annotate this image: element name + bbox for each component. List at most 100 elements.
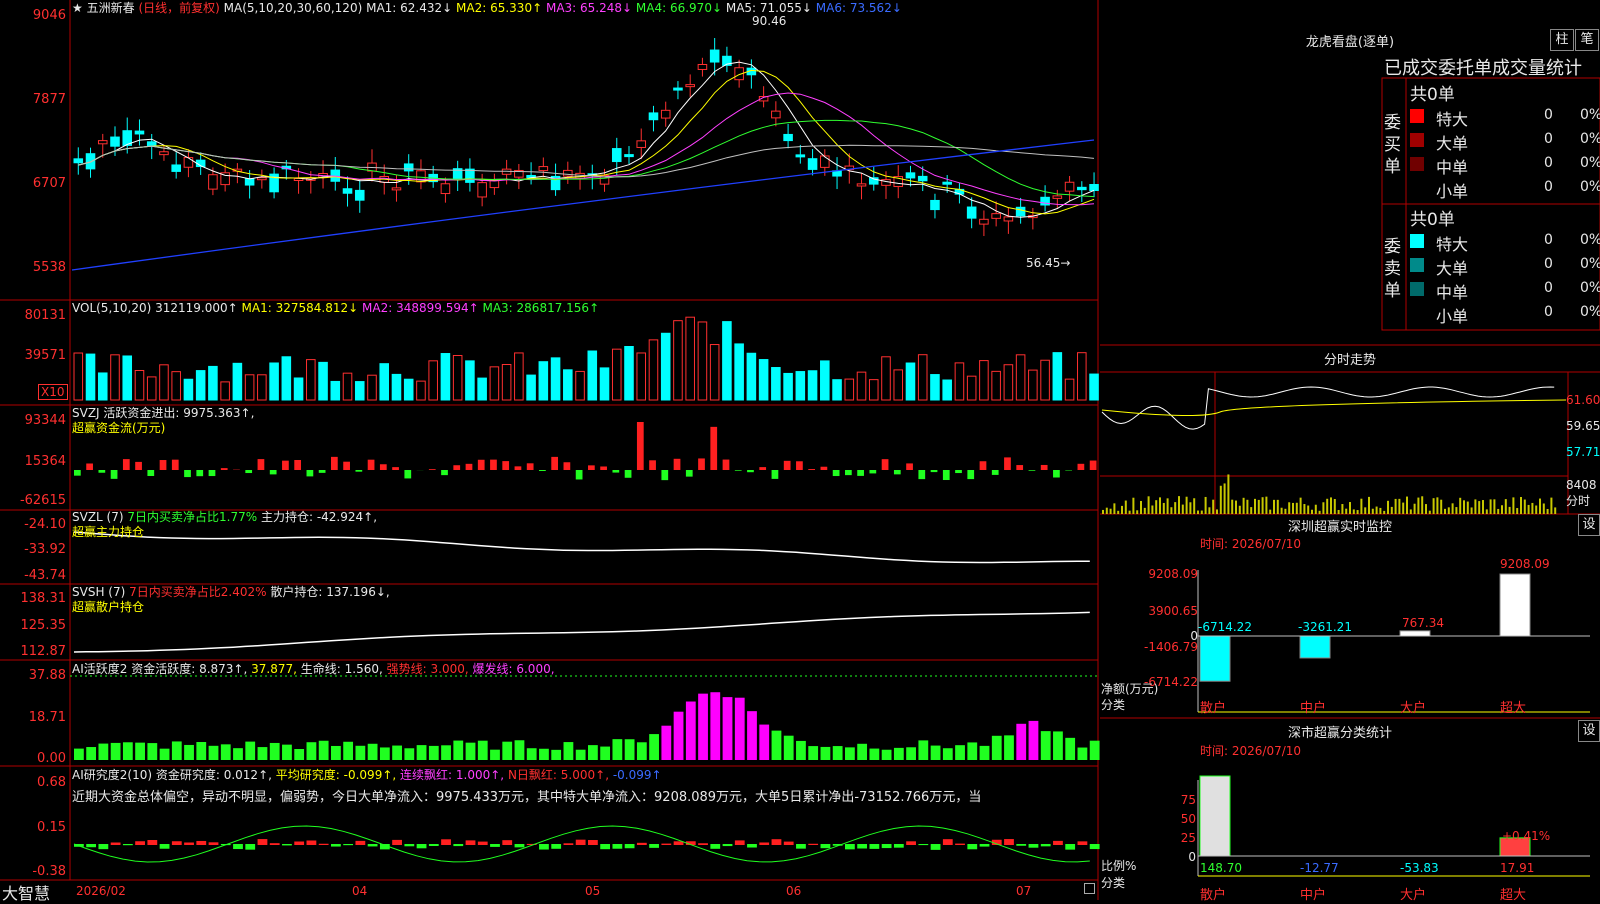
volume-bar [453,356,462,400]
volume-bar [1053,353,1062,400]
research-bar [429,844,439,846]
class-axis-title: 比例% [1101,859,1136,873]
volume-bar [992,371,1001,400]
activity-bar [882,750,892,760]
lock-icon[interactable] [1084,883,1095,894]
intraday-volume-bar [1155,500,1157,514]
intraday-volume-bar [1421,496,1423,514]
volume-bar [221,382,230,400]
intraday-volume-bar [1216,509,1218,514]
fund-flow-bar [429,469,436,470]
volume-bar [710,345,719,400]
class-value-4: 17.91 [1500,861,1534,875]
intraday-volume-bar [1406,497,1408,514]
intraday-volume-bar [1338,510,1340,514]
volume-bar [392,374,401,400]
research-bar [710,844,720,849]
research-bar [967,844,977,849]
volume-bar [147,377,156,400]
volume-bar [380,364,389,400]
fund-flow-bar [1029,470,1036,471]
intraday-volume-bar [1227,474,1229,514]
candle-body [857,184,866,186]
chart-mode[interactable]: (日线，前复权) [138,1,219,15]
research-bar [270,843,280,845]
research-bar [196,841,206,845]
volume-bar [845,379,854,400]
intraday-volume-bar [1281,508,1283,514]
sz-class-title: 深市超赢分类统计 [1100,722,1580,741]
candle-body [404,164,413,171]
ma5-value: MA5: 71.055↓ [726,1,812,15]
activity-bar [833,746,843,760]
research-bar [502,840,512,845]
activity-bar [661,726,671,760]
row-label: 大单 [1436,255,1468,279]
price-header: ★ 五洲新春 (日线，前复权) MA(5,10,20,30,60,120) MA… [72,1,902,15]
volume-bar [490,367,499,400]
row-pct: 0% [1580,304,1600,320]
fund-flow-bar [539,470,546,471]
fund-flow-bar [221,468,228,470]
activity-bar [808,746,818,760]
vol-ma2: MA2: 348899.594↑ [362,301,479,315]
bar-mode-button[interactable]: 柱 [1550,29,1574,51]
row-count: 0 [1544,107,1553,123]
candle-body [1078,187,1087,189]
svzl-header: SVZL (7) 7日内买卖净占比1.77% 主力持仓: -42.924↑, [72,510,377,524]
row-label: 小单 [1436,303,1468,327]
research-bar [307,840,317,845]
sz-cat-1: 散户 [1200,697,1226,716]
intraday-axis-1: 61.60 [1566,393,1600,407]
color-swatch [1410,282,1424,296]
intraday-volume-bar [1364,507,1366,514]
intraday-volume-bar [1292,503,1294,514]
fund-flow-bar [196,470,203,476]
ai2-header: AI研究度2(10) 资金研究度: 0.012↑, 平均研究度: -0.099↑… [72,768,662,782]
volume-bar [1090,374,1099,400]
candle-body [355,190,364,200]
chart-canvas[interactable] [0,0,1600,900]
volume-bar [270,363,279,400]
research-bar [1078,841,1088,845]
fund-flow-bar [649,460,656,470]
volume-bar [943,380,952,400]
volume-bar [417,381,426,400]
fund-flow-bar [710,427,717,470]
fund-flow-bar [1078,464,1085,470]
intraday-volume-bar [1341,504,1343,514]
volume-bar [808,371,817,400]
sz-y-axis-4: -1406.79 [1140,640,1198,654]
intraday-volume-bar [1136,510,1138,514]
brand-logo: 大智慧 [2,880,50,904]
tick-mode-button[interactable]: 笔 [1575,29,1599,51]
fund-flow-bar [172,460,179,470]
candle-body [967,207,976,218]
research-bar [723,844,733,846]
row-label: 特大 [1436,231,1468,255]
research-bar [294,841,304,845]
row-pct: 0% [1580,280,1600,296]
sz-class-settings-button[interactable]: 设 [1578,720,1600,742]
star-icon[interactable]: ★ [72,1,83,15]
class-note: +0.41% [1502,829,1550,843]
intraday-volume-bar [1258,500,1260,514]
activity-bar [845,747,855,760]
svzj-sub: 超赢资金流(万元) [72,421,165,435]
candle-body [637,141,646,148]
svzj-text: 活跃资金进出: 9975.363↑, [103,406,254,420]
row-pct: 0% [1580,232,1600,248]
activity-bar [759,725,769,760]
fund-flow-bar [564,462,571,470]
research-bar [417,844,427,848]
intraday-volume-bar [1288,502,1290,514]
activity-bar [527,748,537,760]
intraday-volume-bar [1531,503,1533,514]
svzl-label: SVZL (7) [72,510,124,524]
activity-bar [784,736,794,760]
activity-bar [441,745,451,760]
sz-monitor-settings-button[interactable]: 设 [1578,514,1600,536]
fund-flow-bar [441,470,448,475]
intraday-volume-bar [1144,508,1146,514]
intraday-volume-bar [1501,505,1503,514]
